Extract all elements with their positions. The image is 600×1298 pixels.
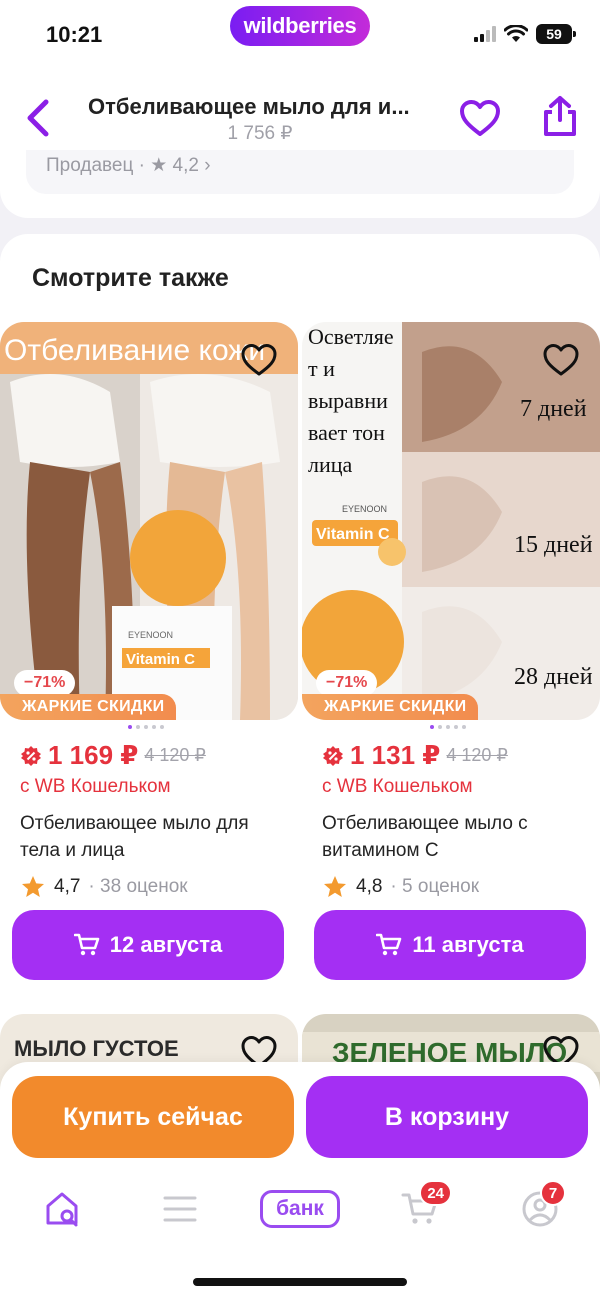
tab-cart[interactable]: 24 xyxy=(390,1180,452,1234)
product-card[interactable]: Отбеливание кожи Vitamin C EYENOON −71% … xyxy=(0,322,298,982)
image-brand-label: EYENOON xyxy=(342,504,387,514)
image-day-label: 7 дней xyxy=(520,396,587,422)
wifi-icon xyxy=(504,25,528,42)
cart-icon xyxy=(376,933,402,956)
discount-badge: −71% xyxy=(14,670,76,696)
see-also-section: Смотрите также Отбеливание кожи Vitamin … xyxy=(0,234,600,1134)
wallet-discount-icon xyxy=(21,745,41,766)
seller-card: Продавец · ★ 4,2 › xyxy=(0,150,600,218)
promo-badge: ЖАРКИЕ СКИДКИ xyxy=(0,694,177,720)
home-indicator xyxy=(193,1278,407,1286)
image-day-label: 28 дней xyxy=(514,664,593,690)
image-text-line: лица xyxy=(308,452,353,477)
wallet-discount-icon xyxy=(323,745,343,766)
wallet-label: с WB Кошельком xyxy=(322,776,473,797)
wallet-label: с WB Кошельком xyxy=(20,776,171,797)
rating-row: 4,8 · 5 оценок xyxy=(322,874,479,900)
battery-icon: 59 xyxy=(536,24,576,44)
tab-bar: банк 24 7 xyxy=(0,1174,600,1246)
header-price: 1 756 ₽ xyxy=(227,123,293,144)
rating-value: 4,7 xyxy=(54,876,81,897)
heart-outline-icon xyxy=(460,100,500,136)
product-name[interactable]: Отбеливающее мыло для тела и лица xyxy=(20,810,290,864)
seller-text: Продавец · ★ 4,2 › xyxy=(46,155,211,176)
signal-icon xyxy=(474,26,496,42)
image-product-label: Vitamin C xyxy=(126,651,195,668)
tab-profile[interactable]: 7 xyxy=(510,1180,570,1234)
image-pager-dots xyxy=(430,725,466,729)
price-row: 1 131 ₽ 4 120 ₽ xyxy=(322,740,508,771)
heart-outline-icon[interactable] xyxy=(240,342,278,378)
rating-value: 4,8 xyxy=(356,876,383,897)
reviews-count: · 5 оценок xyxy=(390,876,480,897)
old-price: 4 120 ₽ xyxy=(446,745,508,765)
tab-home[interactable] xyxy=(32,1184,92,1234)
image-banner-text: МЫЛО ГУСТОЕ xyxy=(14,1036,179,1061)
reviews-count: · 38 оценок xyxy=(88,876,188,897)
price-row: 1 169 ₽ 4 120 ₽ xyxy=(20,740,206,771)
buy-now-button[interactable]: Купить сейчас xyxy=(12,1076,294,1158)
wildberries-logo: wildberries xyxy=(230,6,370,46)
star-icon xyxy=(324,876,346,897)
image-product-label: Vitamin C xyxy=(316,526,390,543)
favorite-button[interactable] xyxy=(458,98,502,138)
rating-row: 4,7 · 38 оценок xyxy=(20,874,188,900)
product-name[interactable]: Отбеливающее мыло с витамином С xyxy=(322,810,592,864)
share-icon xyxy=(544,96,576,136)
image-text-line: вает тон xyxy=(308,420,385,445)
status-icons: 59 xyxy=(474,24,576,44)
price: 1 131 ₽ xyxy=(350,740,441,770)
bottom-bar: Купить сейчас В корзину банк 24 7 xyxy=(0,1062,600,1298)
product-image[interactable]: Отбеливание кожи Vitamin C EYENOON −71% … xyxy=(0,322,298,720)
product-image[interactable]: Осветляе т и выравни вает тон лица 7 дне… xyxy=(302,322,600,720)
tab-catalog[interactable] xyxy=(150,1184,210,1234)
heart-outline-icon[interactable] xyxy=(542,342,580,378)
share-button[interactable] xyxy=(538,94,582,138)
home-search-icon xyxy=(46,1192,78,1227)
image-text-line: Осветляе xyxy=(308,324,394,349)
add-to-cart-button[interactable]: 11 августа xyxy=(314,910,586,980)
image-pager-dots xyxy=(128,725,164,729)
discount-badge: −71% xyxy=(316,670,378,696)
add-to-cart-button[interactable]: 12 августа xyxy=(12,910,284,980)
old-price: 4 120 ₽ xyxy=(144,745,206,765)
profile-badge: 7 xyxy=(540,1180,566,1206)
image-text-line: выравни xyxy=(308,388,388,413)
image-brand-label: EYENOON xyxy=(128,630,173,640)
image-day-label: 15 дней xyxy=(514,532,593,558)
section-title: Смотрите также xyxy=(32,264,229,292)
menu-icon xyxy=(163,1196,197,1222)
status-bar: 10:21 wildberries 59 xyxy=(0,0,600,72)
seller-row[interactable]: Продавец · ★ 4,2 › xyxy=(26,150,574,194)
delivery-date: 11 августа xyxy=(412,932,524,957)
status-time: 10:21 xyxy=(46,22,103,47)
cart-icon xyxy=(73,933,100,956)
star-icon xyxy=(22,876,44,897)
product-card[interactable]: Осветляе т и выравни вает тон лица 7 дне… xyxy=(302,322,600,982)
price: 1 169 ₽ xyxy=(48,740,139,770)
header-title: Отбеливающее мыло для и... xyxy=(88,94,410,119)
image-banner-text: Отбеливание кожи xyxy=(4,334,265,367)
promo-badge: ЖАРКИЕ СКИДКИ xyxy=(302,694,479,720)
image-text-line: т и xyxy=(308,356,335,381)
tab-bank[interactable]: банк xyxy=(258,1184,342,1234)
add-to-cart-main-button[interactable]: В корзину xyxy=(306,1076,588,1158)
bank-label: банк xyxy=(260,1190,340,1228)
delivery-date: 12 августа xyxy=(109,932,223,957)
product-photo: Осветляе т и выравни вает тон лица 7 дне… xyxy=(302,322,600,720)
cart-badge: 24 xyxy=(419,1180,452,1206)
product-photo: Отбеливание кожи Vitamin C EYENOON xyxy=(0,322,298,720)
